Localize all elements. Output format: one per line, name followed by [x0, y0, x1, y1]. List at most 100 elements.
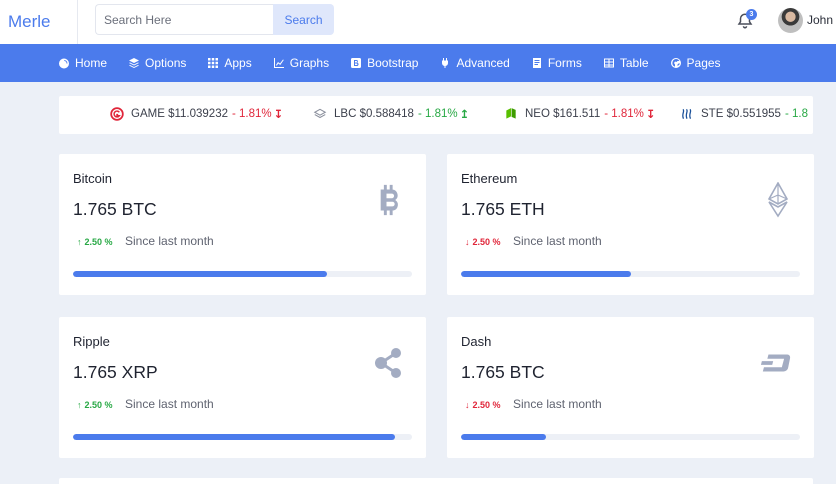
lbc-coin-icon: [313, 108, 327, 119]
card-ethereum: Ethereum 1.765 ETH ↓ 2.50 % Since last mo…: [447, 154, 814, 295]
bootstrap-icon: [351, 58, 362, 68]
nav-item-label: Advanced: [456, 56, 510, 70]
arrow-down-icon: ↓: [465, 400, 470, 410]
ticker-change: - 1.81%: [417, 108, 458, 120]
progress-fill: [73, 434, 396, 440]
layers-icon: [129, 58, 140, 68]
form-icon: [532, 58, 541, 68]
nav-item-pages[interactable]: Pages: [670, 56, 721, 70]
main-nav: Home Options Apps Graphs Bootstrap Advan…: [0, 44, 836, 82]
ticker-symbol: STE: [701, 108, 724, 120]
arrow-down-icon: ↧: [273, 109, 284, 121]
arrow-down-icon: ↓: [465, 237, 470, 247]
card-title: Ripple: [73, 334, 110, 349]
progress-bar: [461, 271, 800, 277]
nav-item-label: Pages: [686, 56, 721, 70]
percent-change: ↓ 2.50 %: [465, 400, 501, 410]
progress-fill: [461, 271, 631, 277]
nav-item-label: Forms: [547, 56, 582, 70]
card-amount: 1.765 BTC: [73, 199, 157, 219]
nav-item-label: Bootstrap: [367, 56, 419, 70]
top-header: Merle Search 3 John: [0, 0, 836, 44]
ticker-symbol: LBC: [334, 108, 357, 120]
ticker-change: - 1.8: [784, 108, 808, 120]
search-input[interactable]: [95, 4, 273, 35]
ticker-symbol: GAME: [131, 108, 165, 120]
ticker-symbol: NEO: [525, 108, 550, 120]
nav-item-label: Options: [145, 56, 187, 70]
gauge-icon: [59, 58, 69, 69]
ticker-price: $11.039232: [168, 108, 228, 120]
bitcoin-icon: [380, 184, 398, 216]
globe-icon: [670, 58, 681, 68]
notification-badge: 3: [746, 9, 757, 20]
steem-coin-icon: [682, 108, 692, 119]
ticker-price: $161.511: [553, 108, 601, 120]
game-coin-icon: [110, 107, 124, 121]
nav-item-label: Home: [75, 56, 108, 70]
arrow-up-icon: ↥: [459, 109, 470, 121]
arrow-up-icon: ↑: [77, 237, 82, 247]
card-amount: 1.765 BTC: [461, 362, 545, 382]
card-ripple: Ripple 1.765 XRP ↑ 2.50 % Since last mont…: [59, 317, 426, 458]
ticker-item-game[interactable]: GAME $11.039232 - 1.81% ↧: [110, 107, 283, 121]
ticker-change: - 1.81%: [604, 108, 644, 120]
card-amount: 1.765 XRP: [73, 362, 158, 382]
percent-value: 2.50 %: [472, 400, 501, 410]
card-dash: Dash 1.765 BTC ↓ 2.50 % Since last month: [447, 317, 814, 458]
neo-coin-icon: [506, 108, 516, 119]
brand-logo[interactable]: Merle: [0, 0, 78, 44]
progress-fill: [73, 271, 328, 277]
percent-change: ↓ 2.50 %: [465, 237, 501, 247]
progress-bar: [73, 434, 412, 440]
percent-change: ↑ 2.50 %: [77, 400, 113, 410]
search-button[interactable]: Search: [273, 4, 334, 35]
ticker-item-lbc[interactable]: LBC $0.588418 - 1.81% ↥: [313, 107, 469, 121]
nav-item-advanced[interactable]: Advanced: [439, 56, 510, 70]
nav-item-apps[interactable]: Apps: [207, 56, 252, 70]
search-bar: Search: [95, 4, 334, 35]
arrow-down-icon: ↧: [645, 109, 656, 121]
since-label: Since last month: [125, 397, 214, 411]
nav-item-bootstrap[interactable]: Bootstrap: [350, 56, 418, 70]
user-name[interactable]: John: [807, 13, 833, 27]
nav-item-options[interactable]: Options: [128, 56, 186, 70]
nav-item-graphs[interactable]: Graphs: [273, 56, 329, 70]
nav-item-forms[interactable]: Forms: [531, 56, 582, 70]
table-icon: [603, 58, 614, 68]
since-label: Since last month: [513, 234, 602, 248]
nav-item-label: Table: [619, 56, 649, 70]
ticker-price: $0.551955: [726, 108, 781, 120]
ticker-price: $0.588418: [359, 108, 414, 120]
since-label: Since last month: [125, 234, 214, 248]
chart-icon: [273, 58, 284, 68]
card-amount: 1.765 ETH: [461, 199, 545, 219]
dash-icon: [760, 354, 791, 372]
card-bitcoin: Bitcoin 1.765 BTC ↑ 2.50 % Since last mon…: [59, 154, 426, 295]
progress-bar: [461, 434, 800, 440]
arrow-up-icon: ↑: [77, 400, 82, 410]
ticker-change: - 1.81%: [231, 108, 272, 120]
since-label: Since last month: [513, 397, 602, 411]
crypto-ticker: GAME $11.039232 - 1.81% ↧ LBC $0.588418 …: [59, 96, 813, 134]
percent-change: ↑ 2.50 %: [77, 237, 113, 247]
card-title: Bitcoin: [73, 171, 113, 186]
percent-value: 2.50 %: [472, 237, 501, 247]
next-card: [59, 478, 813, 484]
grid-icon: [208, 58, 219, 68]
plug-icon: [442, 58, 449, 68]
percent-value: 2.50 %: [84, 400, 113, 410]
ticker-item-neo[interactable]: NEO $161.511 - 1.81% ↧: [504, 107, 656, 121]
nav-item-table[interactable]: Table: [603, 56, 649, 70]
ticker-item-ste[interactable]: STE $0.551955 - 1.8: [680, 107, 808, 121]
nav-item-label: Graphs: [289, 56, 330, 70]
progress-bar: [73, 271, 412, 277]
ripple-icon: [375, 348, 401, 378]
progress-fill: [461, 434, 546, 440]
nav-item-label: Apps: [224, 56, 252, 70]
card-title: Ethereum: [461, 171, 518, 186]
nav-item-home[interactable]: Home: [58, 56, 107, 70]
percent-value: 2.50 %: [84, 237, 113, 247]
ethereum-icon: [767, 182, 789, 218]
avatar[interactable]: [778, 8, 803, 33]
